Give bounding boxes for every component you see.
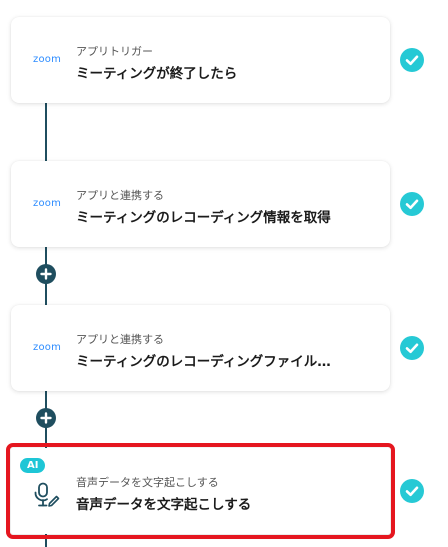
check-circle-icon [400,192,424,216]
check-circle-icon [400,48,424,72]
step-title: 音声データを文字起こしする [76,497,252,513]
step-title: ミーティングのレコーディングファイル… [76,354,331,370]
flow-step-card[interactable]: zoom アプリトリガー ミーティングが終了したら [11,17,390,103]
ai-badge: AI [20,458,46,473]
step-title: ミーティングのレコーディング情報を取得 [76,210,331,226]
zoom-logo-icon: zoom [33,342,62,353]
check-circle-icon [400,479,424,503]
plus-icon [40,268,52,280]
zoom-logo-icon: zoom [33,54,62,65]
add-step-button[interactable] [36,264,56,284]
step-type-label: アプリと連携する [76,333,164,346]
step-type-label: 音声データを文字起こしする [76,476,219,489]
microphone-pen-icon [34,482,60,507]
flow-connector [45,532,47,547]
flow-step-card-ai-transcription[interactable]: AI 音声データを文字起こしする 音声データを文字起こしする [6,443,395,539]
flow-step-card[interactable]: zoom アプリと連携する ミーティングのレコーディングファイル… [11,305,390,391]
step-type-label: アプリトリガー [76,45,153,58]
add-step-button[interactable] [36,408,56,428]
flow-step-card[interactable]: zoom アプリと連携する ミーティングのレコーディング情報を取得 [11,161,390,247]
step-title: ミーティングが終了したら [76,66,238,82]
plus-icon [40,412,52,424]
flow-connector [45,100,47,162]
step-type-label: アプリと連携する [76,189,164,202]
check-circle-icon [400,336,424,360]
zoom-logo-icon: zoom [33,198,62,209]
